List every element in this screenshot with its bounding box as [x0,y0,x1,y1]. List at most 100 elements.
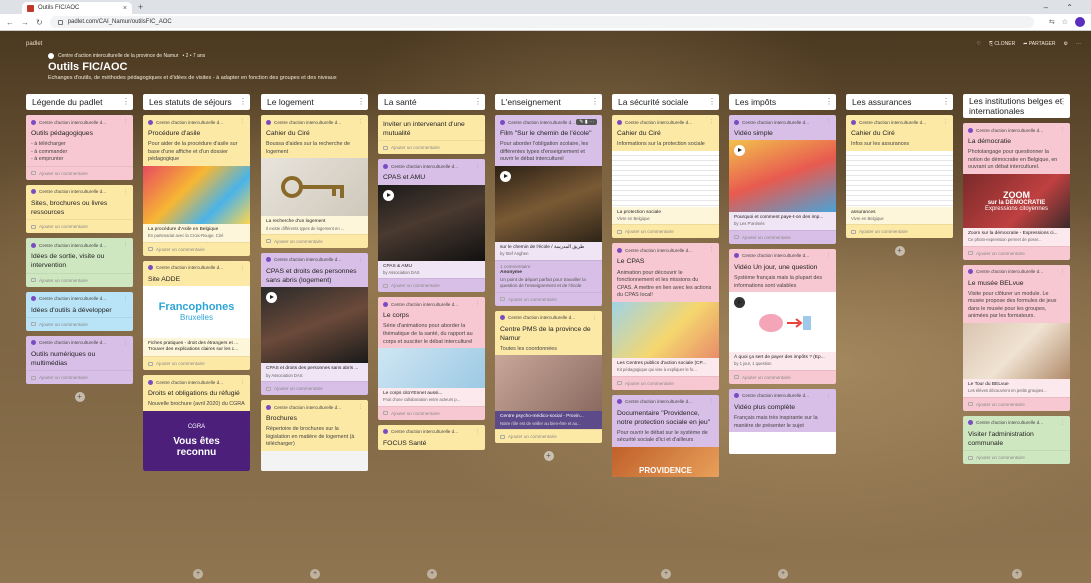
post-card[interactable]: Centre d'action interculturelle d... ⋮ Vi… [729,388,836,455]
column-header[interactable]: Les impôts ⋮ [729,94,836,110]
bookmark-star-icon[interactable]: ☆ [1062,18,1068,26]
add-comment-button[interactable]: Ajouter un commentaire [143,356,250,370]
column-menu-icon[interactable]: ⋮ [825,97,833,106]
post-card[interactable]: Centre d'action interculturelle d... ⋮ Pr… [143,115,250,256]
column-menu-icon[interactable]: ⋮ [474,97,482,106]
add-comment-button[interactable]: Ajouter un commentaire [378,278,485,292]
post-card[interactable]: Centre d'action interculturelle d... ⋮ FO… [378,424,485,450]
play-icon[interactable] [734,297,745,309]
post-menu-icon[interactable]: ⋮ [240,379,245,385]
add-comment-button[interactable]: Ajouter un commentaire [378,140,485,154]
post-menu-icon[interactable]: ⋮ [240,119,245,125]
post-menu-icon[interactable]: ⋮ [358,119,363,125]
post-menu-icon[interactable]: ⋮ [123,340,128,346]
back-arrow-icon[interactable]: ← [6,18,14,27]
post-video-thumbnail[interactable] [729,140,836,213]
add-comment-button[interactable]: Ajouter un commentaire [26,219,133,233]
post-edit-tools[interactable]: ✎ ▮ ⋯ [576,119,597,125]
play-icon[interactable] [266,292,277,304]
post-card[interactable]: Centre d'action interculturelle d... ⋮ Ce… [495,310,602,444]
post-menu-icon[interactable]: ⋮ [358,257,363,263]
play-icon[interactable] [383,189,394,201]
play-icon[interactable] [734,145,745,157]
add-post-button[interactable]: + [310,569,320,579]
column-header[interactable]: La sécurité sociale ⋮ [612,94,719,110]
column-header[interactable]: L'enseignement ⋮ [495,94,602,110]
url-field[interactable]: padlet.com/CAI_Namur/outilsFIC_AOC [49,16,1034,28]
column-menu-icon[interactable]: ⋮ [357,97,365,106]
add-comment-button[interactable]: Ajouter un commentaire [378,405,485,420]
column-menu-icon[interactable]: ⋮ [591,97,599,106]
column-header[interactable]: Les statuts de séjours ⋮ [143,94,250,110]
share-button[interactable]: ➦ PARTAGER [1023,41,1055,47]
post-menu-icon[interactable]: ⋮ [826,393,831,399]
more-options-icon[interactable]: ⋯ [1076,41,1081,47]
post-video-thumbnail[interactable] [729,432,836,455]
add-post-button[interactable]: + [193,569,203,579]
post-menu-icon[interactable]: ⋮ [240,265,245,271]
post-card[interactable]: Centre d'action interculturelle d... ⋮ Le… [612,243,719,390]
add-comment-button[interactable]: Ajouter un commentaire [612,375,719,390]
post-menu-icon[interactable]: ⋮ [709,119,714,125]
column-header[interactable]: Le logement ⋮ [261,94,368,110]
reload-icon[interactable]: ↻ [36,18,43,27]
post-card[interactable]: Centre d'action interculturelle d... ⋮ Ou… [26,335,133,385]
post-card[interactable]: Centre d'action interculturelle d... ⋮ Id… [26,291,133,331]
add-comment-button[interactable]: Ajouter un commentaire [26,370,133,384]
add-comment-button[interactable]: Ajouter un commentaire [261,233,368,248]
post-card[interactable]: Centre d'action interculturelle d... ⋮ CP… [261,252,368,396]
add-comment-button[interactable]: Ajouter un commentaire [495,429,602,443]
column-header[interactable]: La santé ⋮ [378,94,485,110]
add-comment-button[interactable]: Ajouter un commentaire [261,381,368,395]
post-menu-icon[interactable]: ⋮ [123,119,128,125]
close-tab-icon[interactable]: × [123,5,127,12]
post-menu-icon[interactable]: ⋮ [826,253,831,259]
add-post-button[interactable]: + [661,569,671,579]
column-menu-icon[interactable]: ⋮ [1059,97,1067,107]
post-card[interactable]: Inviter un intervenant d'une mutualité A… [378,115,485,155]
post-card[interactable]: Centre d'action interculturelle d... ⋮ Vi… [729,115,836,244]
add-comment-button[interactable]: Ajouter un commentaire [846,224,953,238]
add-comment-button[interactable]: Ajouter un commentaire [729,229,836,244]
forward-arrow-icon[interactable]: → [21,18,29,27]
column-header[interactable]: Les assurances ⋮ [846,94,953,110]
post-card[interactable]: Centre d'action interculturelle d... ✎ ▮ … [495,115,602,306]
padlet-brand[interactable]: padlet [26,41,42,47]
post-video-thumbnail[interactable] [378,184,485,261]
post-menu-icon[interactable]: ⋮ [709,247,714,253]
add-post-button[interactable]: + [427,569,437,579]
post-menu-icon[interactable]: ⋮ [475,163,480,169]
profile-avatar[interactable] [1075,17,1085,27]
post-menu-icon[interactable]: ⋮ [123,189,128,195]
post-menu-icon[interactable]: ⋮ [943,119,948,125]
play-icon[interactable] [500,170,511,182]
post-video-thumbnail[interactable] [261,287,368,364]
post-menu-icon[interactable]: ⋮ [123,296,128,302]
column-menu-icon[interactable]: ⋮ [239,97,247,106]
post-card[interactable]: Centre d'action interculturelle d... ⋮ Dr… [143,375,250,471]
column-menu-icon[interactable]: ⋮ [942,97,950,106]
post-card[interactable]: Centre d'action interculturelle d... ⋮ Ou… [26,115,133,180]
post-card[interactable]: Centre d'action interculturelle d... ⋮ Si… [26,184,133,234]
post-video-thumbnail[interactable] [729,292,836,353]
post-menu-icon[interactable]: ⋮ [1060,420,1065,426]
column-header[interactable]: Les institutions belges et international… [963,94,1070,118]
add-comment-button[interactable]: Ajouter un commentaire [26,316,133,331]
add-post-button[interactable]: + [543,451,554,462]
browser-tab[interactable]: Outils FIC/AOC × [22,2,132,14]
post-card[interactable]: Centre d'action interculturelle d... ⋮ Ca… [846,115,953,239]
add-post-button[interactable]: + [894,246,905,257]
add-comment-button[interactable]: Ajouter un commentaire [26,272,133,287]
add-post-button[interactable]: + [1012,569,1022,579]
post-menu-icon[interactable]: ⋮ [709,399,714,405]
post-menu-icon[interactable]: ⋮ [592,315,597,321]
post-menu-icon[interactable]: ⋮ [123,242,128,248]
post-card[interactable]: Centre d'action interculturelle d... ⋮ Vi… [729,248,836,384]
column-menu-icon[interactable]: ⋮ [122,97,130,106]
post-card[interactable]: Centre d'action interculturelle d... ⋮ Le… [963,264,1070,411]
post-card[interactable]: Centre d'action interculturelle d... ⋮ Ca… [261,115,368,248]
post-menu-icon[interactable]: ⋮ [475,429,480,435]
window-controls[interactable]: – ⌃ [1044,3,1081,12]
column-menu-icon[interactable]: ⋮ [708,97,716,106]
post-menu-icon[interactable]: ⋮ [826,119,831,125]
